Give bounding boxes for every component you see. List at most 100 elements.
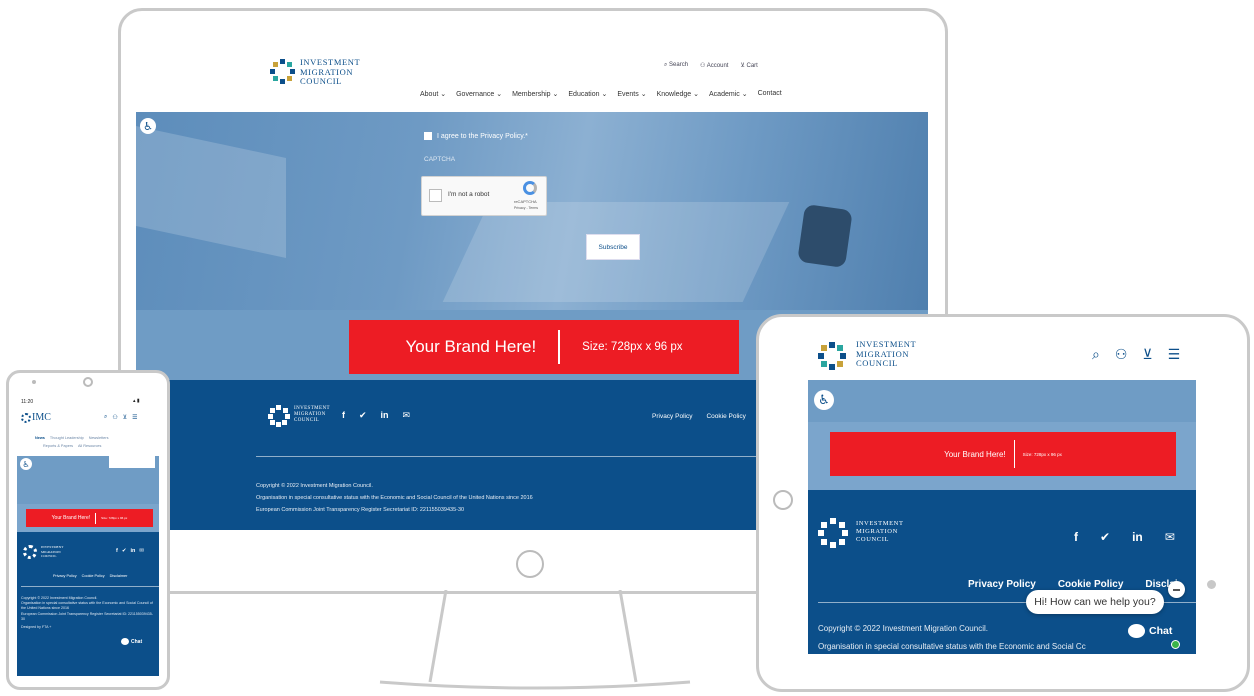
hamburger-menu-icon[interactable]: ☰ (1168, 346, 1181, 363)
tablet-linkedin-icon[interactable]: in (1132, 530, 1143, 544)
phone-footer-logo[interactable]: INVESTMENT MIGRATION COUNCIL (23, 544, 83, 562)
utility-nav: ⌕ Search ⚇ Account ⊻ Cart (664, 62, 758, 69)
nav-education[interactable]: Education ⌄ (568, 90, 607, 98)
phone-mail-icon[interactable]: ✉ (139, 548, 144, 554)
accessibility-button[interactable]: ♿ (140, 118, 156, 134)
nav-membership[interactable]: Membership ⌄ (512, 90, 558, 98)
privacy-checkbox[interactable] (424, 132, 432, 140)
nav-events[interactable]: Events ⌄ (617, 90, 646, 98)
privacy-checkbox-label: I agree to the Privacy Policy.* (437, 132, 528, 140)
recaptcha-checkbox[interactable] (429, 189, 442, 202)
tablet-footer-consultative: Organisation in special consultative sta… (818, 642, 1086, 651)
phone-accessibility-icon: ♿ (22, 459, 30, 469)
desktop-logo[interactable]: INVESTMENT MIGRATION COUNCIL (270, 56, 370, 90)
footer-copyright: Copyright © 2022 Investment Migration Co… (256, 483, 373, 489)
tablet-banner-size-text: Size: 728px x 96 px (1022, 451, 1062, 457)
phone-logo-text[interactable]: IMC (32, 412, 51, 423)
banner-divider (558, 330, 561, 364)
tablet-brand-banner[interactable]: Your Brand Here! Size: 728px x 96 px (830, 432, 1176, 476)
nav-governance[interactable]: Governance ⌄ (456, 90, 502, 98)
phone-disclaimer-link[interactable]: Disclaimer (110, 574, 128, 578)
tablet-banner-brand-text: Your Brand Here! (944, 449, 1006, 459)
privacy-checkbox-row[interactable]: I agree to the Privacy Policy.* (424, 132, 528, 140)
tablet-camera (1207, 580, 1216, 589)
utility-account[interactable]: ⚇ Account (700, 62, 728, 69)
account-icon[interactable]: ⚇ (1115, 346, 1128, 363)
tablet-hero-strip: ♿ (808, 380, 1196, 422)
phone-banner-divider (95, 512, 97, 524)
phone-linkedin-icon[interactable]: in (130, 548, 135, 554)
recaptcha-brand: reCAPTCHA (514, 199, 537, 204)
footer-logo-line-3: COUNCIL (294, 418, 320, 423)
utility-cart[interactable]: ⊻ Cart (740, 62, 757, 69)
twitter-icon[interactable]: ✔ (359, 410, 367, 421)
phone-chat-label: Chat (131, 638, 143, 645)
mail-icon[interactable]: ✉ (403, 410, 411, 421)
search-icon[interactable]: ⌕ (1092, 346, 1100, 363)
facebook-icon[interactable]: f (342, 410, 345, 421)
phone-menu-item-all[interactable]: All Resources (78, 442, 101, 450)
tablet-logo[interactable]: INVESTMENT MIGRATION COUNCIL (818, 339, 928, 374)
chat-launcher[interactable]: Chat (1128, 624, 1172, 638)
footer-privacy-link[interactable]: Privacy Policy (652, 413, 692, 420)
hero-subscribe-section: ♿ I agree to the Privacy Policy.* CAPTCH… (136, 112, 928, 310)
phone-sensor (32, 380, 36, 384)
footer-logo[interactable]: INVESTMENT MIGRATION COUNCIL (268, 405, 348, 431)
recaptcha-widget[interactable]: I'm not a robot reCAPTCHA Privacy - Term… (421, 176, 547, 216)
main-nav: About ⌄ Governance ⌄ Membership ⌄ Educat… (420, 90, 782, 98)
phone-banner-brand-text: Your Brand Here! (51, 515, 91, 521)
subscribe-button[interactable]: Subscribe (586, 234, 640, 260)
nav-knowledge[interactable]: Knowledge ⌄ (657, 90, 699, 98)
tablet-footer-logo[interactable]: INVESTMENT MIGRATION COUNCIL (818, 518, 928, 554)
phone-cart-icon[interactable]: ⊻ (123, 414, 127, 421)
chat-close-button[interactable] (1168, 581, 1185, 598)
phone-menu-icon[interactable]: ☰ (132, 414, 137, 421)
tablet-mail-icon[interactable]: ✉ (1165, 530, 1175, 544)
brand-banner[interactable]: Your Brand Here! Size: 728px x 96 px (349, 320, 739, 374)
phone-footer-logo-line-3: COUNCIL (41, 554, 57, 558)
phone-privacy-link[interactable]: Privacy Policy (53, 574, 77, 578)
phone-search-icon[interactable]: ⌕ (104, 414, 107, 421)
phone-camera (83, 377, 93, 387)
recaptcha-logo-icon (523, 181, 537, 195)
phone-menu-item-reports[interactable]: Reports & Papers (43, 442, 73, 450)
nav-contact[interactable]: Contact (758, 90, 782, 98)
footer-consultative: Organisation in special consultative sta… (256, 495, 533, 501)
phone-menu-item-newsletters[interactable]: Newsletters (89, 434, 109, 442)
tablet-twitter-icon[interactable]: ✔ (1100, 530, 1110, 544)
nav-about[interactable]: About ⌄ (420, 90, 446, 98)
minus-icon (1173, 588, 1180, 591)
tablet-accessibility-button[interactable]: ♿ (814, 390, 834, 410)
tablet-footer-legal: Copyright © 2022 Investment Migration Co… (818, 620, 1086, 654)
phone-header: IMC ⌕ ⚇ ⊻ ☰ (17, 408, 159, 430)
chat-bubble[interactable]: Hi! How can we help you? (1026, 590, 1164, 614)
monitor-home-button (516, 550, 544, 578)
phone-twitter-icon[interactable]: ✔ (122, 548, 127, 554)
phone-menu-item-thought[interactable]: Thought Leadership (50, 434, 84, 442)
phone-chat-launcher[interactable]: Chat (121, 638, 142, 645)
phone-facebook-icon[interactable]: f (116, 548, 118, 554)
phone-footer: INVESTMENT MIGRATION COUNCIL f ✔ in ✉ Pr… (17, 532, 159, 676)
phone-footer-eu-register: European Commission Joint Transparency R… (21, 611, 153, 621)
phone-menu-item-news[interactable]: News (35, 434, 45, 442)
utility-search[interactable]: ⌕ Search (664, 62, 688, 69)
footer-links: Privacy Policy Cookie Policy (652, 413, 746, 420)
linkedin-icon[interactable]: in (381, 410, 389, 421)
phone-accessibility-button[interactable]: ♿ (20, 458, 32, 470)
footer-social: f ✔ in ✉ (342, 410, 410, 421)
phone-footer-social: f ✔ in ✉ (116, 548, 144, 554)
tablet-cookie-link[interactable]: Cookie Policy (1058, 579, 1124, 590)
phone-brand-banner[interactable]: Your Brand Here! Size: 728px x 96 px (26, 509, 153, 527)
chat-bubble-text: Hi! How can we help you? (1034, 596, 1156, 608)
tablet-logo-mark-icon (818, 342, 846, 370)
tablet-facebook-icon[interactable]: f (1074, 530, 1078, 544)
phone-footer-logo-line-1: INVESTMENT (41, 545, 64, 549)
phone-cookie-link[interactable]: Cookie Policy (82, 574, 105, 578)
tablet-footer-logo-line-3: COUNCIL (856, 536, 890, 543)
phone-banner-size-text: Size: 728px x 96 px (101, 516, 128, 520)
cart-icon[interactable]: ⊻ (1142, 346, 1152, 363)
nav-academic[interactable]: Academic ⌄ (709, 90, 748, 98)
phone-account-icon[interactable]: ⚇ (112, 414, 117, 421)
tablet-privacy-link[interactable]: Privacy Policy (968, 579, 1036, 590)
footer-cookie-link[interactable]: Cookie Policy (706, 413, 745, 420)
